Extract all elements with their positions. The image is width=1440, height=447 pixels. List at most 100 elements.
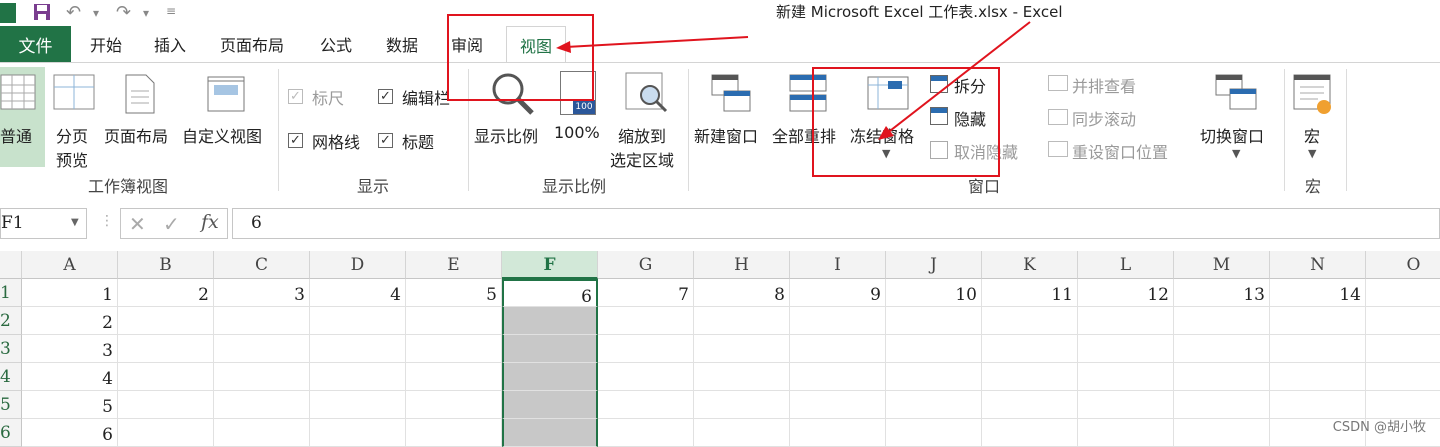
cell[interactable] xyxy=(1366,307,1440,335)
cell[interactable]: 6 xyxy=(502,279,598,307)
column-header[interactable]: J xyxy=(886,251,982,279)
cell[interactable] xyxy=(502,335,598,363)
column-header[interactable]: A xyxy=(22,251,118,279)
column-header[interactable]: F xyxy=(502,251,598,279)
cell[interactable] xyxy=(118,335,214,363)
cell[interactable] xyxy=(598,307,694,335)
cell[interactable] xyxy=(886,363,982,391)
cell[interactable] xyxy=(790,391,886,419)
cell[interactable]: 4 xyxy=(310,279,406,307)
cell[interactable] xyxy=(502,391,598,419)
column-header[interactable]: N xyxy=(1270,251,1366,279)
column-header[interactable]: E xyxy=(406,251,502,279)
enter-icon[interactable]: ✓ xyxy=(163,212,180,236)
cell[interactable] xyxy=(502,307,598,335)
row-header[interactable]: 1 xyxy=(0,279,22,307)
cell[interactable] xyxy=(214,391,310,419)
cell[interactable] xyxy=(118,363,214,391)
cell[interactable] xyxy=(310,391,406,419)
cell[interactable] xyxy=(598,335,694,363)
cell[interactable] xyxy=(214,363,310,391)
cell[interactable] xyxy=(1270,363,1366,391)
cell[interactable] xyxy=(1078,363,1174,391)
cell[interactable] xyxy=(406,391,502,419)
cell[interactable]: 1 xyxy=(22,279,118,307)
row-header[interactable]: 2 xyxy=(0,307,22,335)
cell[interactable]: 10 xyxy=(886,279,982,307)
column-header[interactable]: L xyxy=(1078,251,1174,279)
cell[interactable]: 14 xyxy=(1270,279,1366,307)
cell[interactable]: 4 xyxy=(22,363,118,391)
row-header[interactable]: 5 xyxy=(0,391,22,419)
cell[interactable]: 7 xyxy=(598,279,694,307)
name-box[interactable]: F1 ▼ xyxy=(0,208,87,239)
cell[interactable] xyxy=(118,307,214,335)
column-header[interactable]: M xyxy=(1174,251,1270,279)
cell[interactable] xyxy=(598,363,694,391)
cell[interactable]: 5 xyxy=(406,279,502,307)
cell[interactable]: 13 xyxy=(1174,279,1270,307)
cell[interactable] xyxy=(1174,363,1270,391)
insert-function-icon[interactable]: fx xyxy=(201,211,219,233)
cell[interactable] xyxy=(1078,391,1174,419)
cell[interactable] xyxy=(214,335,310,363)
name-box-dropdown-icon[interactable]: ▼ xyxy=(71,217,79,228)
cell[interactable] xyxy=(694,363,790,391)
column-header[interactable]: C xyxy=(214,251,310,279)
cell[interactable]: 3 xyxy=(22,335,118,363)
cell[interactable] xyxy=(982,391,1078,419)
row-header[interactable]: 3 xyxy=(0,335,22,363)
cell[interactable]: 12 xyxy=(1078,279,1174,307)
column-header[interactable]: H xyxy=(694,251,790,279)
cell[interactable] xyxy=(1078,307,1174,335)
cell[interactable] xyxy=(1366,279,1440,307)
cell[interactable] xyxy=(790,307,886,335)
cell[interactable]: 9 xyxy=(790,279,886,307)
cell[interactable] xyxy=(1174,391,1270,419)
cell[interactable] xyxy=(1270,391,1366,419)
formula-input[interactable]: 6 xyxy=(232,208,1440,239)
cell[interactable] xyxy=(406,335,502,363)
cell[interactable] xyxy=(1174,335,1270,363)
formula-bar-handle-icon[interactable]: ⋮ xyxy=(100,213,114,229)
column-header[interactable]: I xyxy=(790,251,886,279)
cell[interactable] xyxy=(310,335,406,363)
cell[interactable] xyxy=(598,391,694,419)
cell[interactable]: 11 xyxy=(982,279,1078,307)
cell[interactable] xyxy=(1078,335,1174,363)
cell[interactable] xyxy=(790,363,886,391)
cell[interactable] xyxy=(982,335,1078,363)
cell[interactable] xyxy=(214,307,310,335)
column-header[interactable]: D xyxy=(310,251,406,279)
column-header[interactable]: O xyxy=(1366,251,1440,279)
cell[interactable] xyxy=(406,307,502,335)
cell[interactable] xyxy=(1270,335,1366,363)
cell[interactable] xyxy=(310,307,406,335)
cell[interactable] xyxy=(118,391,214,419)
cell[interactable] xyxy=(1270,307,1366,335)
column-header[interactable]: B xyxy=(118,251,214,279)
cell[interactable]: 8 xyxy=(694,279,790,307)
column-header[interactable]: K xyxy=(982,251,1078,279)
cell[interactable]: 3 xyxy=(214,279,310,307)
cell[interactable] xyxy=(982,307,1078,335)
cell[interactable]: 2 xyxy=(118,279,214,307)
cell[interactable] xyxy=(1366,335,1440,363)
cell[interactable] xyxy=(886,307,982,335)
cell[interactable] xyxy=(982,363,1078,391)
cell[interactable] xyxy=(1174,307,1270,335)
row-header[interactable]: 4 xyxy=(0,363,22,391)
cell[interactable] xyxy=(886,391,982,419)
cancel-icon[interactable]: ✕ xyxy=(129,212,146,236)
cell[interactable] xyxy=(694,335,790,363)
cell[interactable] xyxy=(502,363,598,391)
cell[interactable] xyxy=(694,307,790,335)
column-header[interactable]: G xyxy=(598,251,694,279)
cell[interactable]: 2 xyxy=(22,307,118,335)
cell[interactable] xyxy=(1366,363,1440,391)
cell[interactable] xyxy=(310,363,406,391)
cell[interactable] xyxy=(694,391,790,419)
cell[interactable] xyxy=(1366,391,1440,419)
select-all-corner[interactable] xyxy=(0,251,22,279)
cell[interactable] xyxy=(790,335,886,363)
